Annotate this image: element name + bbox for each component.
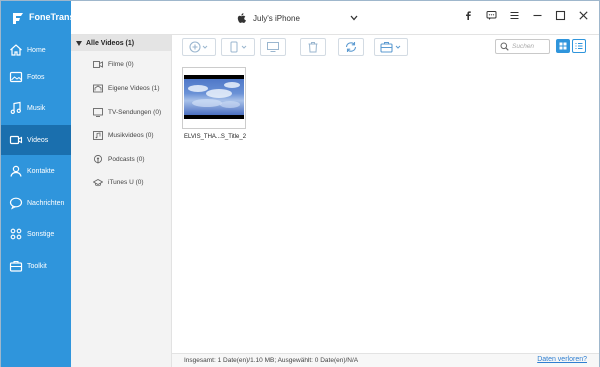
list-icon [575, 43, 583, 49]
tv-icon [93, 107, 103, 117]
toolbox-button[interactable] [374, 38, 408, 56]
category-item-label: Musikvideos (0) [108, 131, 154, 139]
device-selector[interactable]: July's iPhone [237, 11, 358, 25]
toolkit-icon [9, 260, 23, 272]
video-icon [9, 135, 23, 145]
category-header-label: Alle Videos (1) [86, 39, 135, 47]
sidebar-item-label: Nachrichten [27, 199, 65, 207]
home-icon [10, 44, 22, 56]
category-item-label: Eigene Videos (1) [108, 84, 160, 92]
sidebar-item-label: Home [27, 46, 46, 54]
sidebar-item-label: Kontakte [27, 167, 55, 175]
category-item-musikvideos[interactable]: Musikvideos (0) [93, 129, 154, 141]
sync-button[interactable] [338, 38, 364, 56]
category-item-label: iTunes U (0) [108, 178, 144, 186]
sky-image [184, 79, 244, 115]
app-name: FoneTrans [29, 12, 75, 22]
category-panel: Alle Videos (1) Filme (0) Eigene Videos … [71, 35, 172, 367]
category-item-eigene-videos[interactable]: Eigene Videos (1) [93, 82, 160, 94]
facebook-icon[interactable] [463, 10, 474, 21]
podcast-icon [93, 154, 103, 163]
sidebar-item-toolkit[interactable]: Toolkit [1, 251, 71, 281]
video-tile[interactable] [182, 67, 246, 129]
export-to-device-button[interactable] [221, 38, 255, 56]
contacts-icon [10, 165, 22, 177]
video-thumbnail [182, 67, 246, 129]
main-content: ELVIS_THA...S_Title_2 Insgesamt: 1 Date(… [172, 35, 599, 367]
add-icon [189, 41, 208, 53]
device-name: July's iPhone [253, 13, 300, 23]
title-bar: FoneTrans July's iPhone [1, 1, 599, 35]
category-item-filme[interactable]: Filme (0) [93, 58, 134, 70]
sidebar-item-label: Fotos [27, 73, 45, 81]
category-item-podcasts[interactable]: Podcasts (0) [93, 153, 145, 165]
search-input[interactable] [512, 43, 548, 50]
chevron-down-icon [350, 15, 358, 21]
grid-icon [559, 42, 567, 50]
sidebar-item-label: Toolkit [27, 262, 47, 270]
list-view-button[interactable] [572, 39, 586, 53]
messages-icon [9, 197, 23, 210]
grid-view-button[interactable] [556, 39, 570, 53]
photos-icon [9, 71, 23, 83]
toolbar [172, 35, 599, 59]
category-item-label: TV-Sendungen (0) [108, 108, 162, 116]
export-device-icon [230, 41, 247, 53]
export-pc-icon [267, 42, 279, 52]
sidebar-item-musik[interactable]: Musik [1, 93, 71, 123]
close-icon[interactable] [578, 10, 589, 21]
category-item-label: Podcasts (0) [108, 155, 145, 163]
triangle-down-icon [76, 40, 82, 46]
itunes-u-icon [93, 178, 103, 186]
category-item-itunes-u[interactable]: iTunes U (0) [93, 176, 144, 188]
maximize-icon[interactable] [555, 10, 566, 21]
music-icon [10, 101, 21, 114]
sidebar-item-home[interactable]: Home [1, 35, 71, 65]
search-box [495, 39, 550, 54]
other-icon [10, 228, 22, 240]
sidebar-item-kontakte[interactable]: Kontakte [1, 156, 71, 186]
app-window: FoneTrans July's iPhone Home Fotos Musik… [0, 0, 600, 367]
home-video-icon [93, 84, 103, 92]
sidebar-item-label: Sonstige [27, 230, 55, 238]
fonetrans-logo-icon [13, 13, 23, 24]
toolbox-icon [380, 42, 401, 53]
brand: FoneTrans [1, 1, 75, 35]
video-frame [184, 75, 244, 119]
sidebar-item-label: Musik [27, 104, 46, 112]
apple-icon [237, 12, 246, 23]
search-icon [500, 42, 509, 51]
video-file-name: ELVIS_THA...S_Title_2 [184, 134, 247, 140]
status-summary: Insgesamt: 1 Date(en)/1.10 MB; Ausgewähl… [184, 357, 359, 364]
sidebar: Home Fotos Musik Videos Kontakte Nachric… [1, 35, 71, 367]
category-item-tv-sendungen[interactable]: TV-Sendungen (0) [93, 106, 161, 118]
sync-icon [345, 42, 357, 52]
delete-icon [308, 42, 318, 53]
music-video-icon [93, 130, 103, 140]
sidebar-item-sonstige[interactable]: Sonstige [1, 219, 71, 249]
data-lost-link[interactable]: Daten verloren? [537, 356, 587, 363]
sidebar-item-videos[interactable]: Videos [1, 125, 71, 155]
menu-icon[interactable] [509, 10, 520, 21]
sidebar-item-label: Videos [27, 136, 49, 144]
status-bar: Insgesamt: 1 Date(en)/1.10 MB; Ausgewähl… [172, 353, 599, 367]
feedback-icon[interactable] [486, 10, 497, 21]
export-to-pc-button[interactable] [260, 38, 286, 56]
add-button[interactable] [182, 38, 216, 56]
delete-button[interactable] [300, 38, 326, 56]
all-videos-header[interactable]: Alle Videos (1) [71, 35, 171, 51]
film-icon [93, 60, 103, 68]
sidebar-item-fotos[interactable]: Fotos [1, 62, 71, 92]
window-controls [463, 10, 589, 21]
category-item-label: Filme (0) [108, 60, 134, 68]
minimize-icon[interactable] [532, 10, 543, 21]
sidebar-item-nachrichten[interactable]: Nachrichten [1, 188, 71, 218]
